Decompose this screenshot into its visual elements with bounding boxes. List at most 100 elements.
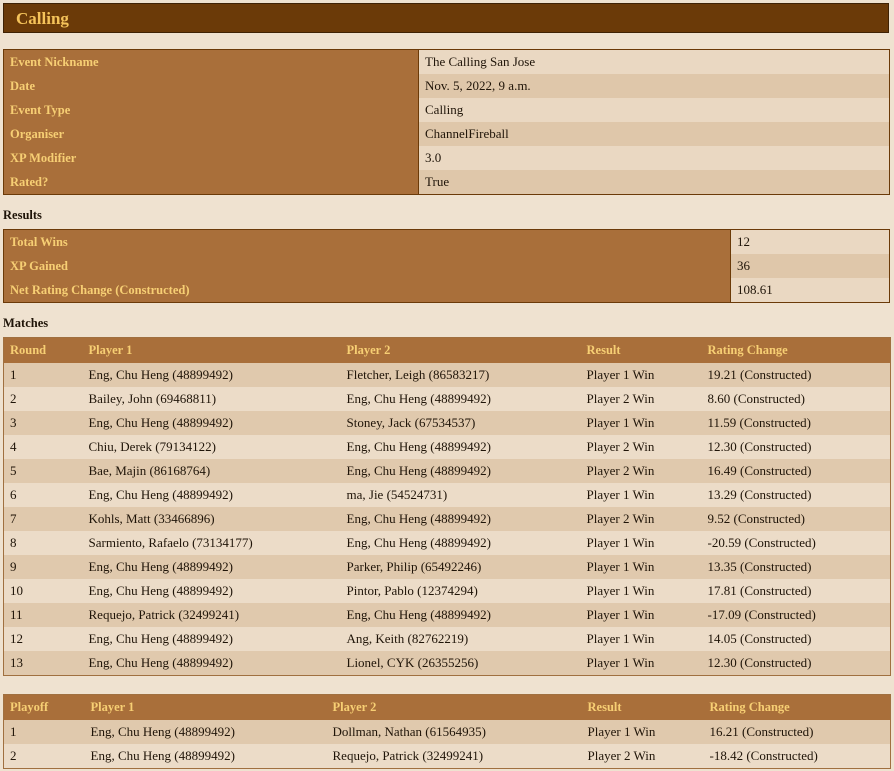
event-info-value: The Calling San Jose bbox=[418, 49, 890, 74]
cell-player-1: Bae, Majin (86168764) bbox=[82, 459, 341, 483]
results-label: Net Rating Change (Constructed) bbox=[3, 278, 731, 303]
page-title: Calling bbox=[16, 9, 69, 28]
cell-round: 4 bbox=[3, 435, 83, 459]
cell-player-2: Stoney, Jack (67534537) bbox=[340, 411, 581, 435]
column-header-round: Round bbox=[3, 337, 83, 363]
cell-result: Player 1 Win bbox=[580, 411, 702, 435]
cell-result: Player 1 Win bbox=[580, 579, 702, 603]
table-row: 4 Chiu, Derek (79134122) Eng, Chu Heng (48… bbox=[3, 435, 891, 459]
cell-rating-change: 13.29 (Constructed) bbox=[701, 483, 891, 507]
cell-rating-change: 17.81 (Constructed) bbox=[701, 579, 891, 603]
cell-player-2: Pintor, Pablo (12374294) bbox=[340, 579, 581, 603]
column-header-result: Result bbox=[581, 694, 704, 720]
results-heading: Results bbox=[3, 208, 42, 222]
cell-result: Player 2 Win bbox=[580, 387, 702, 411]
cell-round: 5 bbox=[3, 459, 83, 483]
cell-rating-change: -20.59 (Constructed) bbox=[701, 531, 891, 555]
cell-rating-change: 16.49 (Constructed) bbox=[701, 459, 891, 483]
cell-player-2: Parker, Philip (65492246) bbox=[340, 555, 581, 579]
event-info-value: True bbox=[418, 170, 890, 195]
cell-player-2: Lionel, CYK (26355256) bbox=[340, 651, 581, 676]
cell-result: Player 2 Win bbox=[580, 435, 702, 459]
cell-player-2: Fletcher, Leigh (86583217) bbox=[340, 363, 581, 387]
cell-player-1: Kohls, Matt (33466896) bbox=[82, 507, 341, 531]
table-row: 7 Kohls, Matt (33466896) Eng, Chu Heng (48… bbox=[3, 507, 891, 531]
event-info-label: Event Type bbox=[3, 98, 419, 122]
event-info-row: Rated? True bbox=[3, 170, 890, 195]
cell-player-1: Bailey, John (69468811) bbox=[82, 387, 341, 411]
cell-round: 12 bbox=[3, 627, 83, 651]
event-info-value: 3.0 bbox=[418, 146, 890, 170]
column-header-player-2: Player 2 bbox=[340, 337, 581, 363]
cell-result: Player 1 Win bbox=[580, 627, 702, 651]
matches-table: Round Player 1 Player 2 Result Rating Change… bbox=[3, 337, 891, 676]
cell-player-1: Sarmiento, Rafaelo (73134177) bbox=[82, 531, 341, 555]
cell-rating-change: 13.35 (Constructed) bbox=[701, 555, 891, 579]
table-row: 13 Eng, Chu Heng (48899492) Lionel, CYK (2… bbox=[3, 651, 891, 676]
event-info-label: Event Nickname bbox=[3, 49, 419, 74]
cell-round: 9 bbox=[3, 555, 83, 579]
cell-result: Player 1 Win bbox=[581, 720, 704, 744]
column-header-player-1: Player 1 bbox=[82, 337, 341, 363]
column-header-result: Result bbox=[580, 337, 702, 363]
cell-player-1: Eng, Chu Heng (48899492) bbox=[84, 720, 327, 744]
table-row: 3 Eng, Chu Heng (48899492) Stoney, Jack (6… bbox=[3, 411, 891, 435]
cell-player-2: Eng, Chu Heng (48899492) bbox=[340, 531, 581, 555]
cell-result: Player 1 Win bbox=[580, 531, 702, 555]
event-info-label: Rated? bbox=[3, 170, 419, 195]
cell-player-2: Eng, Chu Heng (48899492) bbox=[340, 507, 581, 531]
event-info-row: Organiser ChannelFireball bbox=[3, 122, 890, 146]
cell-rating-change: 12.30 (Constructed) bbox=[701, 435, 891, 459]
matches-heading: Matches bbox=[3, 316, 49, 330]
results-row: Total Wins 12 bbox=[3, 229, 890, 254]
table-row: 6 Eng, Chu Heng (48899492) ma, Jie (545247… bbox=[3, 483, 891, 507]
cell-round: 7 bbox=[3, 507, 83, 531]
column-header-player-1: Player 1 bbox=[84, 694, 327, 720]
results-table: Total Wins 12 XP Gained 36 Net Rating Change… bbox=[3, 229, 890, 303]
event-info-table: Event Nickname The Calling San Jose Date No… bbox=[3, 49, 890, 195]
cell-round: 2 bbox=[3, 387, 83, 411]
results-row: XP Gained 36 bbox=[3, 254, 890, 278]
cell-result: Player 1 Win bbox=[580, 363, 702, 387]
column-header-round: Playoff bbox=[3, 694, 85, 720]
cell-round: 6 bbox=[3, 483, 83, 507]
cell-rating-change: 16.21 (Constructed) bbox=[703, 720, 891, 744]
column-header-player-2: Player 2 bbox=[326, 694, 582, 720]
cell-player-2: Eng, Chu Heng (48899492) bbox=[340, 387, 581, 411]
cell-player-1: Eng, Chu Heng (48899492) bbox=[82, 579, 341, 603]
cell-player-1: Eng, Chu Heng (48899492) bbox=[82, 363, 341, 387]
event-info-row: XP Modifier 3.0 bbox=[3, 146, 890, 170]
cell-result: Player 1 Win bbox=[580, 555, 702, 579]
playoffs-table: Playoff Player 1 Player 2 Result Rating Chan… bbox=[3, 694, 891, 769]
table-row: 1 Eng, Chu Heng (48899492) Dollman, Nathan… bbox=[3, 720, 891, 744]
column-header-rating-change: Rating Change bbox=[703, 694, 891, 720]
cell-result: Player 2 Win bbox=[580, 507, 702, 531]
results-label: Total Wins bbox=[3, 229, 731, 254]
cell-result: Player 2 Win bbox=[581, 744, 704, 769]
cell-player-2: Eng, Chu Heng (48899492) bbox=[340, 459, 581, 483]
cell-round: 3 bbox=[3, 411, 83, 435]
cell-rating-change: 9.52 (Constructed) bbox=[701, 507, 891, 531]
cell-player-1: Chiu, Derek (79134122) bbox=[82, 435, 341, 459]
cell-round: 11 bbox=[3, 603, 83, 627]
cell-round: 8 bbox=[3, 531, 83, 555]
page-header: Calling bbox=[3, 3, 889, 33]
cell-player-2: Requejo, Patrick (32499241) bbox=[326, 744, 582, 769]
cell-round: 1 bbox=[3, 363, 83, 387]
event-info-label: Organiser bbox=[3, 122, 419, 146]
column-header-rating-change: Rating Change bbox=[701, 337, 891, 363]
table-row: 5 Bae, Majin (86168764) Eng, Chu Heng (488… bbox=[3, 459, 891, 483]
cell-player-1: Eng, Chu Heng (48899492) bbox=[82, 555, 341, 579]
cell-rating-change: -17.09 (Constructed) bbox=[701, 603, 891, 627]
results-value: 108.61 bbox=[730, 278, 890, 303]
table-row: 1 Eng, Chu Heng (48899492) Fletcher, Leigh… bbox=[3, 363, 891, 387]
results-row: Net Rating Change (Constructed) 108.61 bbox=[3, 278, 890, 303]
event-info-value: Nov. 5, 2022, 9 a.m. bbox=[418, 74, 890, 98]
cell-round: 13 bbox=[3, 651, 83, 676]
cell-round: 2 bbox=[3, 744, 85, 769]
results-value: 36 bbox=[730, 254, 890, 278]
cell-rating-change: 11.59 (Constructed) bbox=[701, 411, 891, 435]
table-row: 12 Eng, Chu Heng (48899492) Ang, Keith (82… bbox=[3, 627, 891, 651]
cell-player-1: Requejo, Patrick (32499241) bbox=[82, 603, 341, 627]
event-info-label: XP Modifier bbox=[3, 146, 419, 170]
